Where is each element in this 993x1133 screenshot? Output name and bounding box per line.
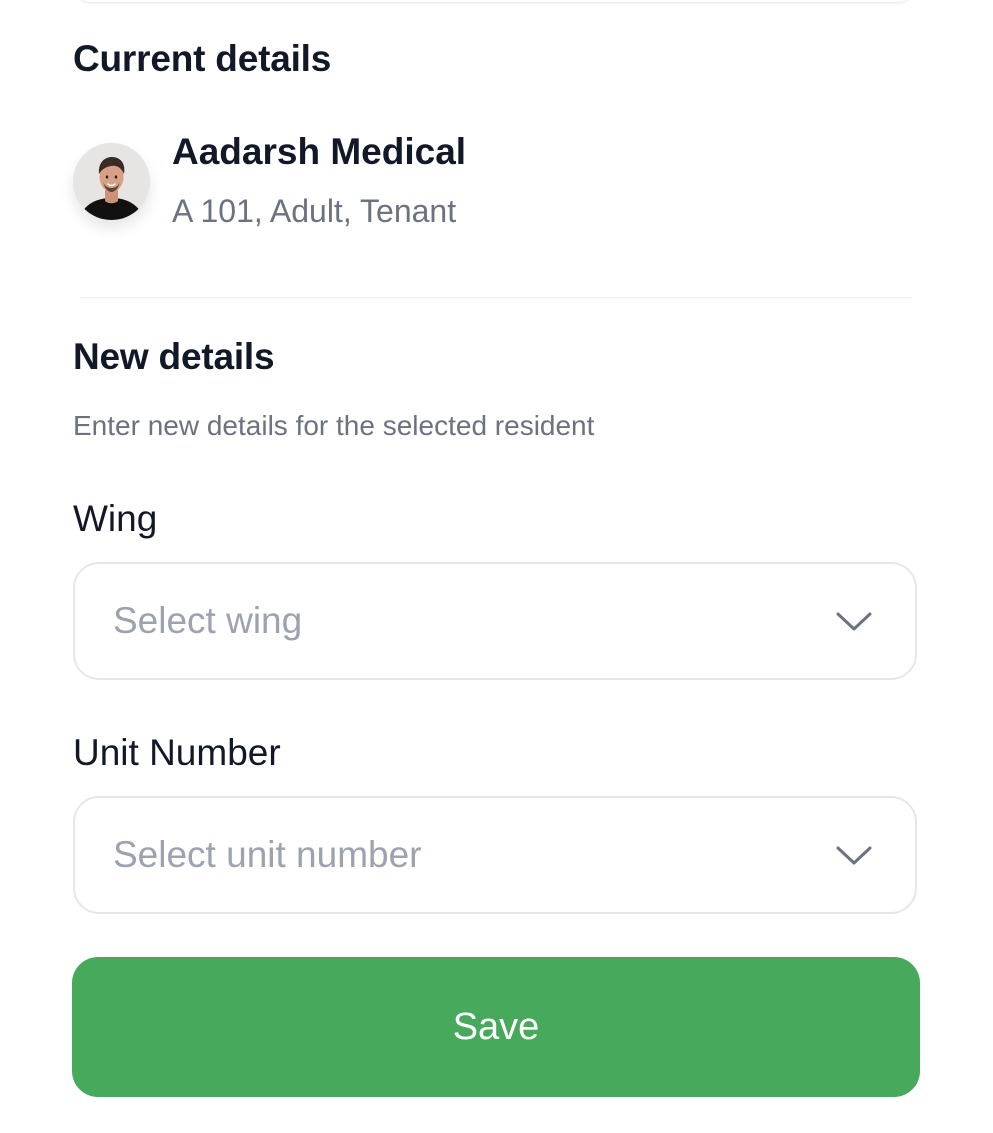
wing-label: Wing (73, 498, 158, 539)
resident-name: Aadarsh Medical (172, 131, 467, 172)
chevron-down-icon (836, 846, 872, 865)
unit-number-label: Unit Number (73, 732, 281, 773)
save-button[interactable]: Save (72, 957, 920, 1097)
card-edge (74, 0, 915, 2)
new-details-title: New details (73, 336, 275, 377)
section-divider (80, 297, 912, 298)
chevron-down-icon (836, 612, 872, 631)
current-details-title: Current details (73, 38, 332, 79)
person-avatar-icon (73, 143, 150, 220)
resident-meta: A 101, Adult, Tenant (172, 193, 457, 229)
resident-summary: Aadarsh Medical A 101, Adult, Tenant (73, 125, 933, 245)
resident-avatar (73, 143, 150, 220)
unit-number-select[interactable]: Select unit number (73, 796, 917, 914)
new-details-helper: Enter new details for the selected resid… (73, 410, 595, 441)
unit-number-placeholder: Select unit number (113, 834, 422, 875)
wing-select[interactable]: Select wing (73, 562, 917, 680)
wing-placeholder: Select wing (113, 600, 303, 641)
